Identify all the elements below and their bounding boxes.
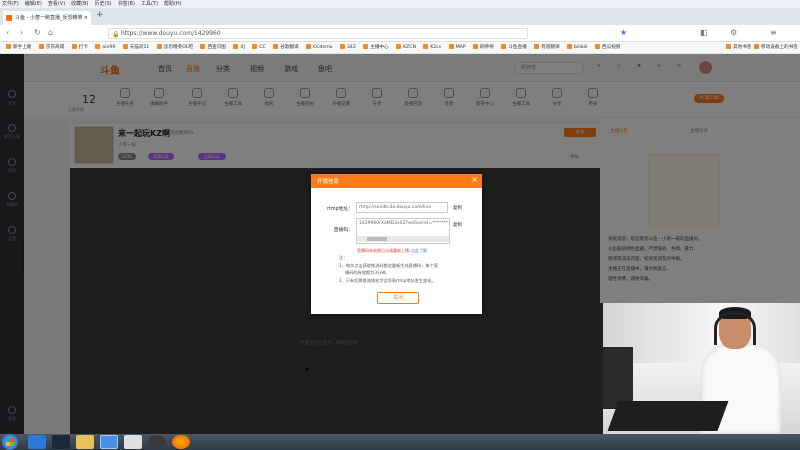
menu-bookmarks[interactable]: 书签(B) [118,0,135,8]
extension-icon[interactable]: ◧ [700,28,708,37]
windows-taskbar [0,434,800,450]
webcam-feed [603,303,800,434]
notes-title: 注： [339,255,348,260]
learn-more-link[interactable]: 点此了解 [411,248,427,254]
tab-close-icon[interactable]: × [84,11,88,25]
dialog-title: 开播信息 [317,179,340,185]
ie-icon[interactable] [28,435,46,449]
bookmark-item[interactable]: 西查识图 [200,42,225,53]
copy-code-button[interactable]: 复制 [453,222,462,228]
tab-title: 斗鱼 - 小葱一碗直播_反恐精英 [15,15,83,21]
menu-view[interactable]: 查看(V) [48,0,65,8]
back-icon[interactable]: ‹ [6,28,9,37]
rtmp-field[interactable]: rtmp://sendtc3a.douyu.com/live [356,202,448,213]
webcam-monitor [603,347,633,409]
obs-icon[interactable] [148,435,166,449]
forward-icon[interactable]: › [20,28,23,37]
bookmark-item[interactable]: 打卡 [72,42,88,53]
bookmark-item[interactable]: 新手上路 [6,42,31,53]
home-icon[interactable]: ⌂ [48,28,53,37]
address-bar: ‹ › ↻ ⌂ 🔒 https://www.douyu.com/1429960 … [0,25,800,42]
bookmarks-bar: 新手上路 京东商城 打卡 ain99 天猫双11 反恐精英OL吧 西查识图 XJ… [0,42,800,54]
bookmark-item[interactable]: ain99 [95,42,115,53]
windows-start-icon[interactable] [2,434,18,450]
scrollbar-thumb[interactable] [367,237,387,241]
copy-rtmp-button[interactable]: 复制 [453,205,462,211]
menu-file[interactable]: 文件(F) [2,0,19,8]
bookmark-item[interactable]: K2cs [423,42,441,53]
menu-icon[interactable]: ≡ [770,28,777,37]
bookmark-mobile[interactable]: 移动设备上的书签 [754,42,798,53]
folder-icon[interactable] [76,435,94,449]
bookmark-item[interactable]: bilibili [567,42,588,53]
browser-tabbar: 斗鱼 - 小葱一碗直播_反恐精英 × [0,8,800,25]
bookmark-item[interactable]: CC [252,42,265,53]
expired-warning: 直播码有效期已过请重新上播， [357,248,413,253]
note-line: 2、只有切换推流域名才会导致rtmp地址发生变化。 [339,278,436,283]
new-tab-icon[interactable]: + [96,10,104,20]
bookmark-item[interactable]: CCdemo [306,42,332,53]
star-icon[interactable]: ★ [620,28,627,37]
dialog-header: 开播信息 × [311,174,482,188]
note-line: 1、每次点击获取推流码都会重新生成直播码，每个直 [339,263,438,268]
bookmark-item[interactable]: 有道翻译 [534,42,559,53]
rtmp-label: rtmp地址： [327,207,353,212]
bookmark-item[interactable]: MAP [449,42,466,53]
field-scrollbar[interactable] [357,236,449,242]
bookmark-item[interactable]: 京东商城 [39,42,64,53]
firefox-icon[interactable] [172,435,190,449]
bookmark-item[interactable]: 西瓜视频 [595,42,620,53]
stream-code-label: 直播码： [333,228,353,233]
bookmark-item[interactable]: 反恐精英OL吧 [157,42,193,53]
menu-history[interactable]: 历史(S) [95,0,112,8]
teamviewer-icon[interactable] [100,435,118,449]
menu-favorites[interactable]: 收藏(B) [71,0,88,8]
bookmark-item[interactable]: KZCN [396,42,416,53]
bookmark-item[interactable]: 天猫双11 [123,42,150,53]
bookmark-item[interactable]: 谷歌翻译 [273,42,298,53]
menu-tools[interactable]: 工具(T) [141,0,158,8]
bookmark-item[interactable]: 342 [340,42,356,53]
stream-info-dialog: 开播信息 × rtmp地址： rtmp://sendtc3a.douyu.com… [311,174,482,314]
close-icon[interactable]: × [471,175,478,184]
gear-icon[interactable]: ⚙ [730,28,737,37]
refresh-icon[interactable]: ↻ [34,28,41,37]
bookmark-item[interactable]: XJ [233,42,245,53]
bookmark-item[interactable]: 主播中心 [363,42,388,53]
bookmark-item[interactable]: 斗鱼直播 [501,42,526,53]
steam-icon[interactable] [52,435,70,449]
note-line: 播码的有效期为3分钟。 [345,270,390,275]
bookmark-other[interactable]: 其他书签 [726,42,751,53]
url-text: https://www.douyu.com/1429960 [121,30,221,37]
browser-tab[interactable]: 斗鱼 - 小葱一碗直播_反恐精英 × [3,11,91,25]
lock-icon: 🔒 [112,31,120,38]
close-button[interactable]: 关闭 [377,292,419,304]
url-field[interactable]: 🔒 https://www.douyu.com/1429960 [108,28,528,39]
douyu-favicon-icon [6,15,12,21]
headset-icon [714,311,756,345]
menu-edit[interactable]: 编辑(E) [25,0,42,8]
browser-menubar: 文件(F) 编辑(E) 查看(V) 收藏(B) 历史(S) 书签(B) 工具(T… [0,0,800,8]
menu-help[interactable]: 帮助(H) [164,0,182,8]
webcam-keyboard [607,401,729,431]
counter-strike-icon[interactable] [124,435,142,449]
bookmark-item[interactable]: 刷神榜 [473,42,494,53]
